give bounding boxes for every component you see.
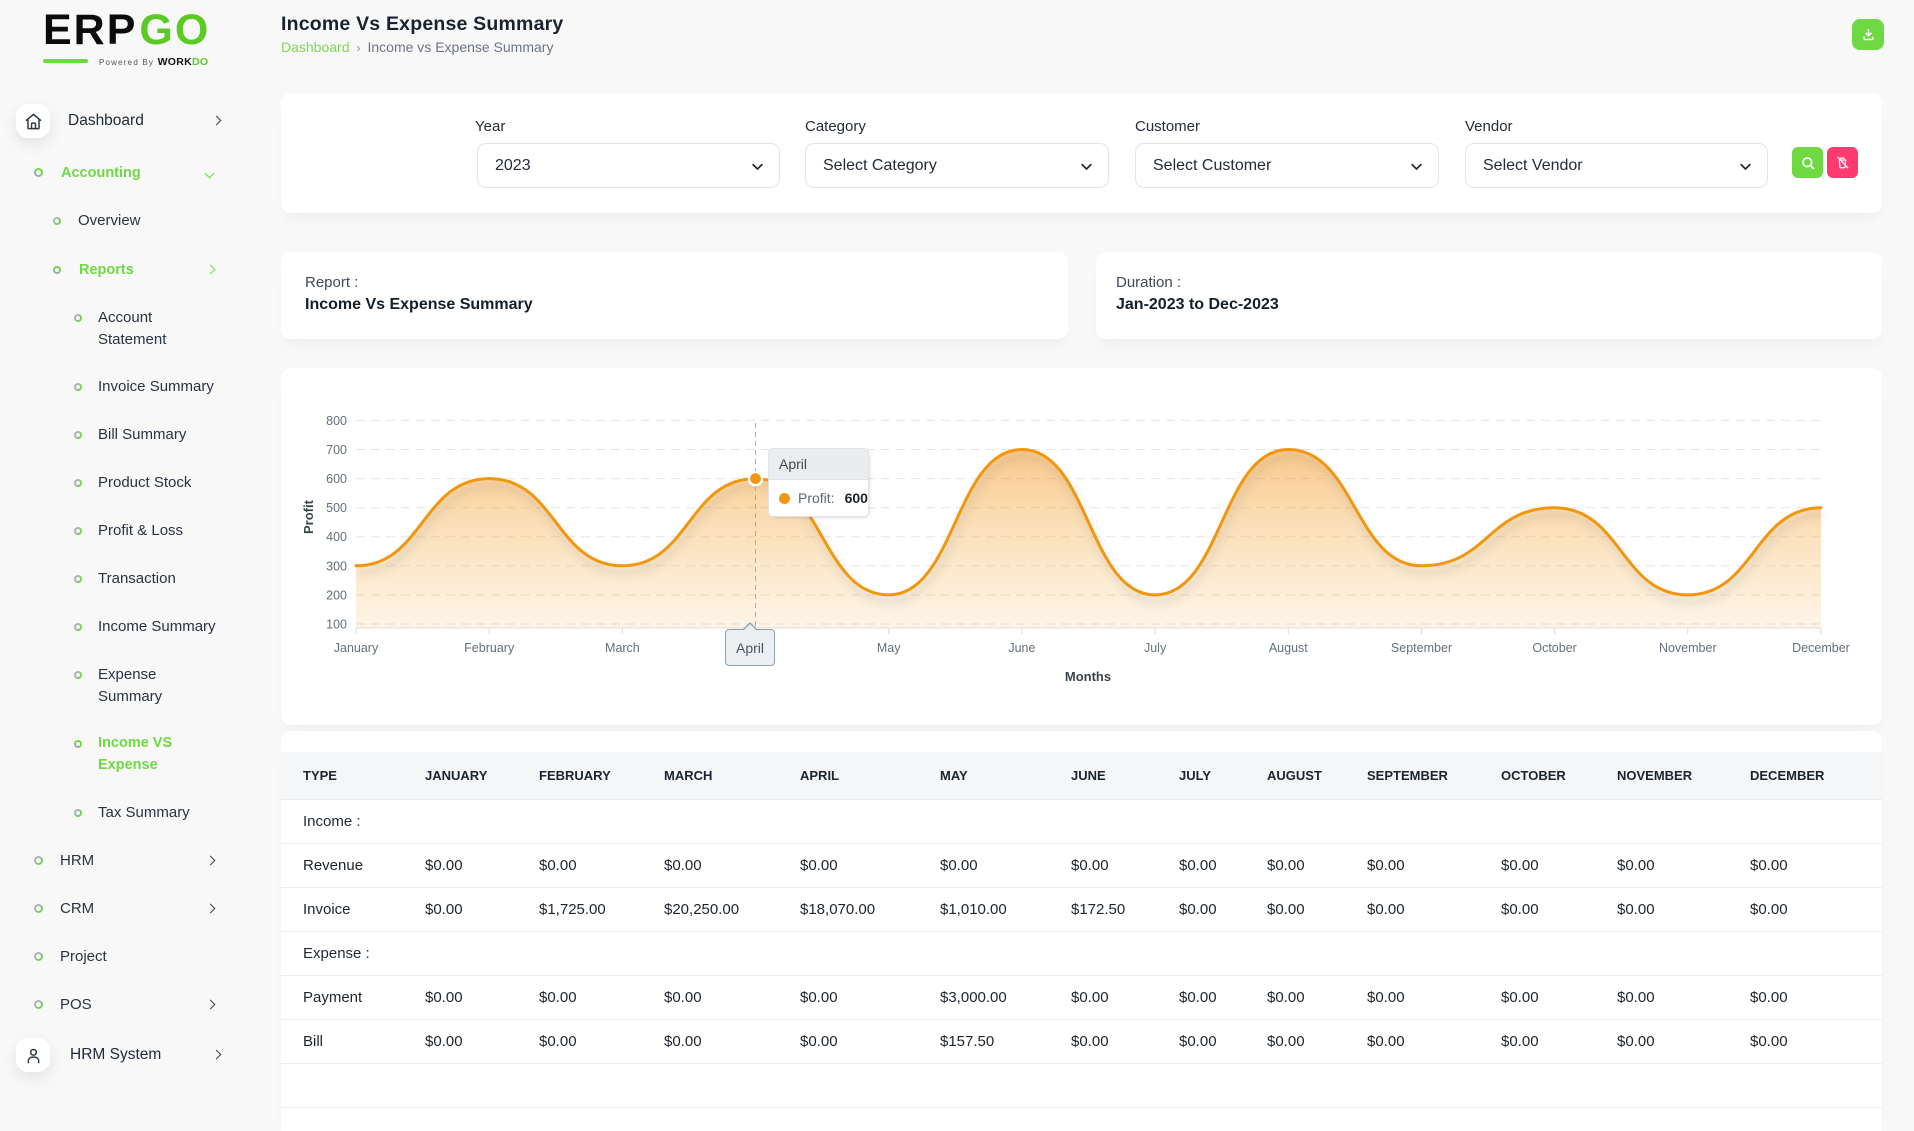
svg-text:600: 600 xyxy=(326,472,347,486)
svg-text:Profit: Profit xyxy=(301,499,316,534)
svg-text:January: January xyxy=(334,641,379,655)
svg-text:July: July xyxy=(1144,641,1167,655)
svg-text:September: September xyxy=(1391,641,1452,655)
svg-text:Months: Months xyxy=(1065,669,1111,684)
svg-text:May: May xyxy=(877,641,901,655)
svg-text:March: March xyxy=(605,641,640,655)
svg-text:300: 300 xyxy=(326,559,347,573)
svg-text:February: February xyxy=(464,641,515,655)
svg-text:August: August xyxy=(1269,641,1308,655)
svg-text:November: November xyxy=(1659,641,1717,655)
svg-text:500: 500 xyxy=(326,501,347,515)
svg-text:400: 400 xyxy=(326,530,347,544)
svg-text:800: 800 xyxy=(326,414,347,428)
svg-text:December: December xyxy=(1792,641,1850,655)
svg-text:700: 700 xyxy=(326,443,347,457)
svg-text:200: 200 xyxy=(326,588,347,602)
svg-text:October: October xyxy=(1532,641,1576,655)
svg-text:100: 100 xyxy=(326,618,347,632)
svg-text:June: June xyxy=(1008,641,1035,655)
